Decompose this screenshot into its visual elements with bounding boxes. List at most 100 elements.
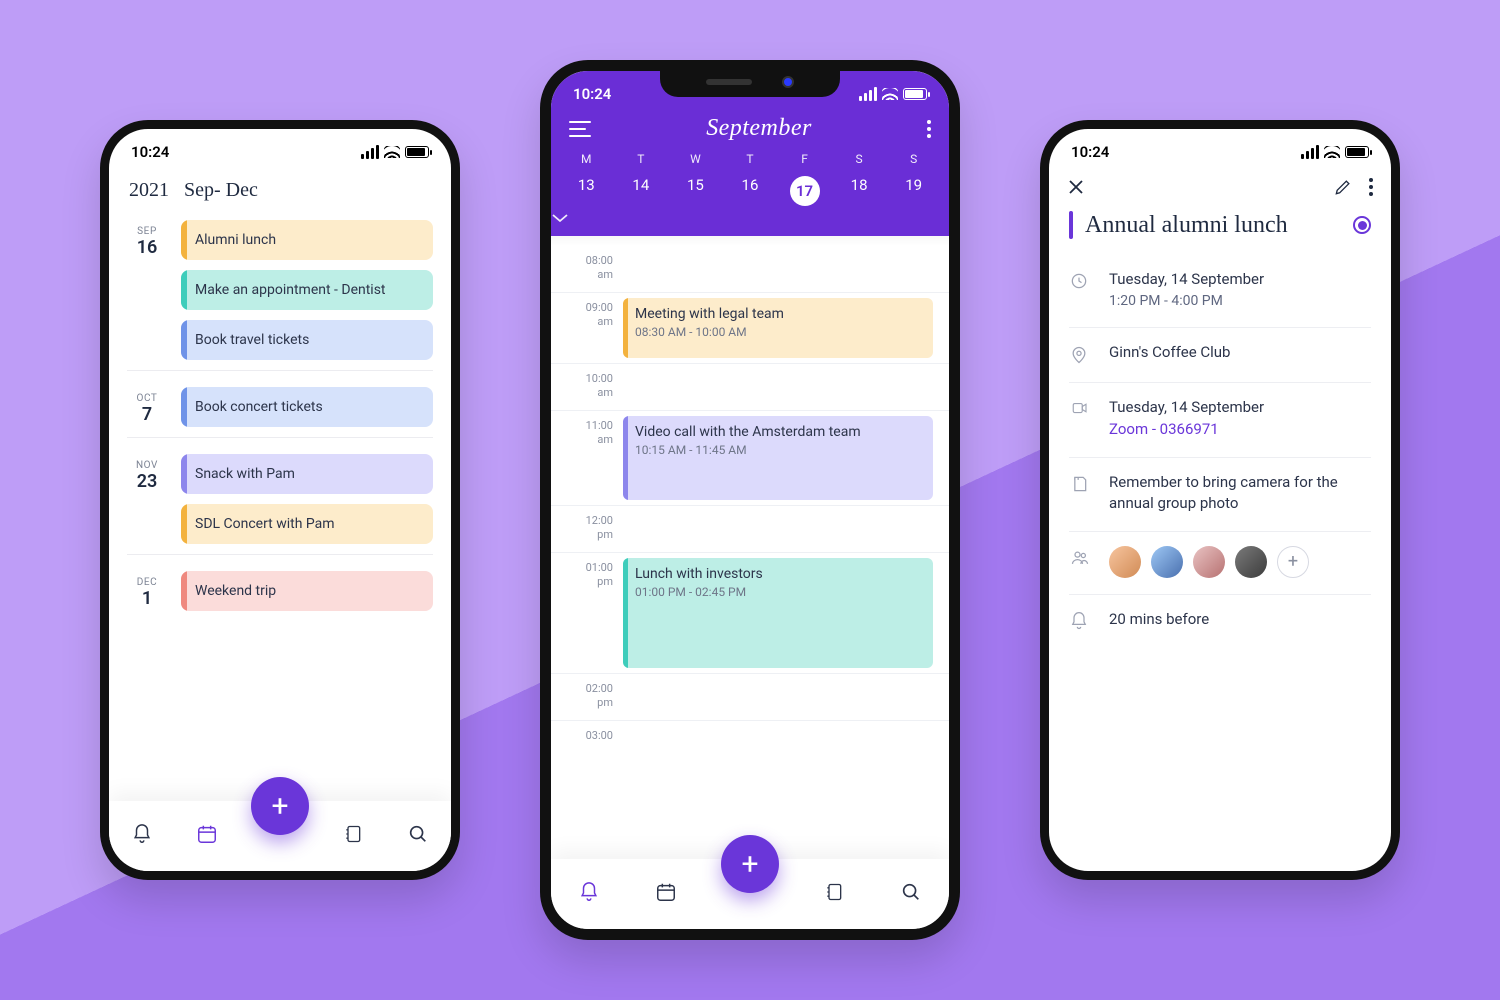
avatar[interactable] — [1151, 546, 1183, 578]
detail-location[interactable]: Ginn's Coffee Club — [1069, 328, 1371, 383]
search-icon — [407, 823, 429, 845]
week-day[interactable]: M13 — [561, 152, 611, 206]
detail-people: + — [1069, 532, 1371, 595]
agenda-item[interactable]: SDL Concert with Pam — [181, 504, 433, 544]
video-link[interactable]: Zoom - 0366971 — [1109, 419, 1371, 441]
status-icons — [859, 87, 927, 101]
nav-search[interactable] — [396, 823, 440, 849]
status-bar: 10:24 — [1049, 129, 1391, 169]
agenda-group: NOV23 Snack with Pam SDL Concert with Pam — [127, 437, 433, 554]
time-row: 11:00amVideo call with the Amsterdam tea… — [551, 410, 949, 505]
video-date: Tuesday, 14 September — [1109, 397, 1371, 419]
timeline-event[interactable]: Video call with the Amsterdam team10:15 … — [623, 416, 933, 500]
detail-note: Remember to bring camera for the annual … — [1069, 458, 1371, 533]
people-icon — [1069, 546, 1093, 578]
accent-bar — [1069, 211, 1073, 239]
calendar-icon — [195, 823, 219, 845]
bell-icon — [1069, 609, 1093, 631]
week-strip[interactable]: M13T14W15T16F17S18S19 — [551, 144, 949, 208]
week-day[interactable]: T14 — [616, 152, 666, 206]
nav-notes[interactable] — [331, 823, 375, 849]
clock: 10:24 — [1071, 143, 1109, 161]
week-day[interactable]: S18 — [834, 152, 884, 206]
avatar[interactable] — [1193, 546, 1225, 578]
detail-reminder[interactable]: 20 mins before — [1069, 595, 1371, 647]
week-day[interactable]: T16 — [725, 152, 775, 206]
status-bar: 10:24 — [109, 129, 451, 169]
time-label: 12:00pm — [551, 506, 623, 552]
nav-search[interactable] — [889, 881, 933, 907]
avatar[interactable] — [1109, 546, 1141, 578]
week-day[interactable]: F17 — [780, 152, 830, 206]
color-tag[interactable] — [1353, 216, 1371, 234]
nav-notes[interactable] — [812, 881, 856, 907]
battery-icon — [405, 146, 429, 158]
nav-calendar[interactable] — [185, 823, 229, 849]
video-icon — [1069, 397, 1093, 441]
edit-button[interactable] — [1333, 177, 1353, 197]
signal-icon — [859, 87, 877, 101]
detail-topbar — [1049, 169, 1391, 201]
event-details: Tuesday, 14 September 1:20 PM - 4:00 PM … — [1049, 255, 1391, 647]
close-button[interactable] — [1067, 178, 1085, 196]
week-day[interactable]: S19 — [889, 152, 939, 206]
agenda-item[interactable]: Alumni lunch — [181, 220, 433, 260]
time-label: 08:00am — [551, 246, 623, 292]
menu-button[interactable] — [569, 121, 591, 137]
day-timeline[interactable]: 08:00am09:00amMeeting with legal team08:… — [551, 236, 949, 859]
agenda-item[interactable]: Book concert tickets — [181, 387, 433, 427]
time-row: 08:00am — [551, 246, 949, 292]
time-label: 11:00am — [551, 411, 623, 505]
phone-agenda: 10:24 2021 Sep- Dec SEP16Alumni lunchMak… — [100, 120, 460, 880]
bottom-nav: + — [109, 801, 451, 871]
agenda-date: NOV23 — [127, 454, 167, 544]
status-icons — [1301, 145, 1369, 159]
nav-alerts[interactable] — [120, 823, 164, 849]
agenda-list[interactable]: SEP16Alumni lunchMake an appointment - D… — [109, 208, 451, 801]
nav-alerts[interactable] — [567, 881, 611, 907]
agenda-item[interactable]: Make an appointment - Dentist — [181, 270, 433, 310]
agenda-date: DEC1 — [127, 571, 167, 611]
month-title[interactable]: September — [706, 115, 812, 142]
agenda-group: OCT7Book concert tickets — [127, 370, 433, 437]
overflow-button[interactable] — [927, 120, 931, 138]
pin-icon — [1069, 342, 1093, 366]
overflow-button[interactable] — [1369, 178, 1373, 196]
week-day[interactable]: W15 — [671, 152, 721, 206]
notch — [660, 67, 840, 97]
notebook-icon — [343, 823, 363, 845]
when-date: Tuesday, 14 September — [1109, 269, 1371, 291]
reminder-text: 20 mins before — [1109, 609, 1371, 631]
plus-icon: + — [741, 847, 758, 882]
time-row: 10:00am — [551, 363, 949, 410]
note-icon — [1069, 472, 1093, 516]
bottom-nav: + — [551, 859, 949, 929]
pencil-icon — [1333, 177, 1353, 197]
timeline-event[interactable]: Lunch with investors01:00 PM - 02:45 PM — [623, 558, 933, 668]
time-label: 02:00pm — [551, 674, 623, 720]
notebook-icon — [824, 881, 844, 903]
agenda-heading: 2021 Sep- Dec — [109, 169, 451, 208]
expand-week[interactable] — [551, 208, 949, 230]
agenda-range: Sep- Dec — [184, 179, 258, 201]
time-label: 09:00am — [551, 293, 623, 363]
agenda-item[interactable]: Weekend trip — [181, 571, 433, 611]
fab-add[interactable]: + — [721, 835, 779, 893]
close-icon — [1067, 178, 1085, 196]
timeline-event[interactable]: Meeting with legal team08:30 AM - 10:00 … — [623, 298, 933, 358]
agenda-item[interactable]: Book travel tickets — [181, 320, 433, 360]
fab-add[interactable]: + — [251, 777, 309, 835]
search-icon — [900, 881, 922, 903]
add-attendee[interactable]: + — [1277, 546, 1309, 578]
clock: 10:24 — [573, 85, 611, 103]
event-title-row: Annual alumni lunch — [1049, 201, 1391, 255]
plus-icon: + — [271, 789, 288, 824]
avatar[interactable] — [1235, 546, 1267, 578]
detail-video[interactable]: Tuesday, 14 September Zoom - 0366971 — [1069, 383, 1371, 458]
nav-calendar[interactable] — [644, 881, 688, 907]
battery-icon — [903, 88, 927, 100]
time-row: 03:00 — [551, 720, 949, 767]
time-label: 10:00am — [551, 364, 623, 410]
detail-when: Tuesday, 14 September 1:20 PM - 4:00 PM — [1069, 255, 1371, 328]
agenda-item[interactable]: Snack with Pam — [181, 454, 433, 494]
